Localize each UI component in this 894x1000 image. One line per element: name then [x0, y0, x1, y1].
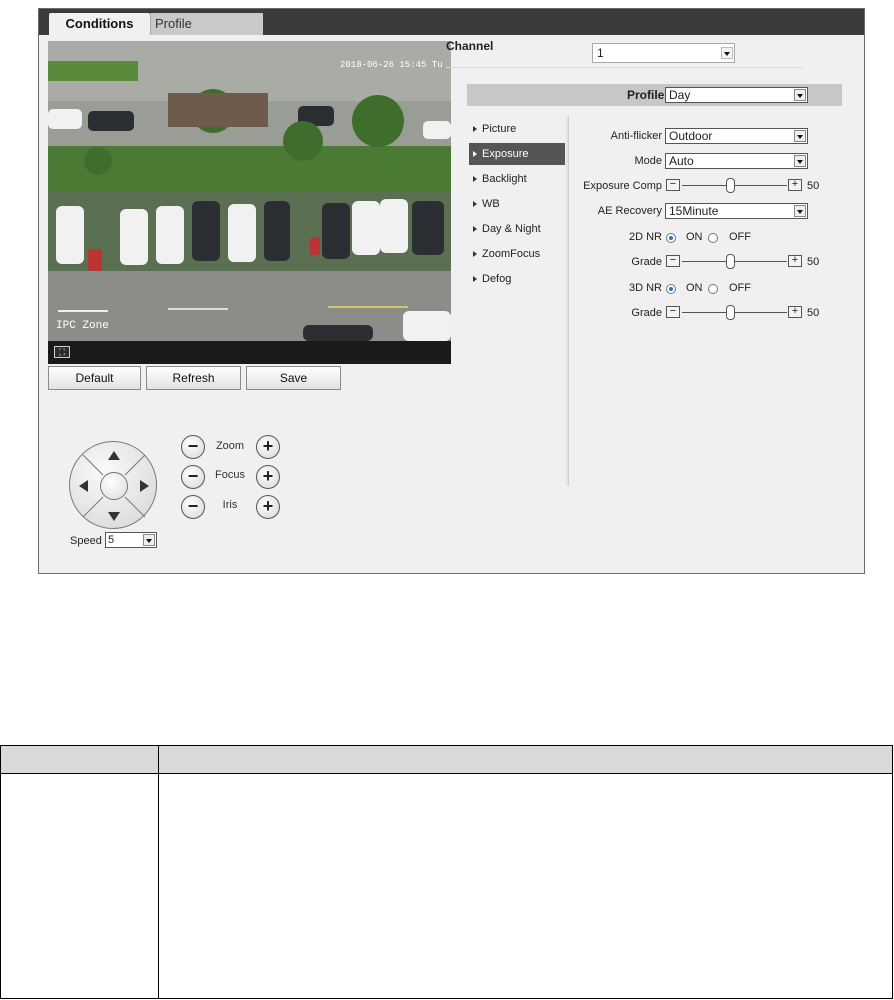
slider-plus-button[interactable]: + — [788, 306, 802, 318]
menu-item-label: Backlight — [482, 173, 527, 185]
nr2d-off-label: OFF — [729, 231, 751, 243]
nr2d-label: 2D NR — [628, 231, 662, 243]
slider-minus-button[interactable]: − — [666, 306, 680, 318]
caret-right-icon — [473, 151, 477, 158]
nr3d-on-radio[interactable] — [666, 284, 676, 294]
slider-plus-button[interactable]: + — [788, 255, 802, 267]
ae-recovery-select[interactable]: 15Minute — [665, 203, 808, 219]
exposure-comp-label: Exposure Comp — [583, 180, 662, 192]
slider-minus-button[interactable]: − — [666, 179, 680, 191]
chevron-down-icon — [794, 89, 806, 101]
chevron-down-icon — [721, 47, 733, 59]
table-column-divider — [158, 746, 159, 998]
chevron-down-icon — [794, 155, 806, 167]
caret-right-icon — [473, 126, 477, 133]
nr3d-label: 3D NR — [628, 282, 662, 294]
channel-label: Channel — [446, 39, 494, 53]
zoom-in-button[interactable]: + — [256, 435, 280, 459]
mode-value: Auto — [669, 154, 694, 168]
nr3d-off-label: OFF — [729, 282, 751, 294]
slider-plus-button[interactable]: + — [788, 179, 802, 191]
exposure-comp-value: 50 — [807, 180, 820, 192]
focus-far-button[interactable]: + — [256, 465, 280, 489]
menu-item-label: Defog — [482, 273, 512, 285]
nr2d-on-label: ON — [686, 231, 703, 243]
mode-select[interactable]: Auto — [665, 153, 808, 169]
ae-recovery-value: 15Minute — [669, 204, 719, 218]
grade-2dnr-value: 50 — [807, 256, 820, 268]
zoom-out-button[interactable]: − — [181, 435, 205, 459]
nr3d-on-label: ON — [686, 282, 703, 294]
table-header — [1, 746, 892, 774]
ptz-down-arrow-icon[interactable] — [108, 512, 120, 521]
exposure-comp-slider[interactable]: − + — [666, 178, 802, 193]
chevron-down-icon — [794, 130, 806, 142]
profile-label: Profile — [627, 88, 665, 102]
menu-item-label: Exposure — [482, 148, 529, 160]
save-button[interactable]: Save — [246, 366, 341, 390]
iris-close-button[interactable]: − — [181, 495, 205, 519]
channel-select[interactable]: 1 — [592, 43, 735, 63]
anti-flicker-label: Anti-flicker — [610, 130, 662, 142]
anti-flicker-select[interactable]: Outdoor — [665, 128, 808, 144]
caret-right-icon — [473, 251, 477, 258]
slider-thumb[interactable] — [726, 305, 735, 320]
video-frame-image — [48, 41, 451, 341]
grade-label: Grade — [631, 307, 662, 319]
ptz-left-arrow-icon[interactable] — [79, 480, 88, 492]
nr2d-on-radio[interactable] — [666, 233, 676, 243]
refresh-button[interactable]: Refresh — [146, 366, 241, 390]
speed-value: 5 — [108, 534, 115, 546]
iris-open-button[interactable]: + — [256, 495, 280, 519]
video-timestamp: 2018-06-26 15:45 Tu — [340, 60, 443, 70]
caret-right-icon — [473, 276, 477, 283]
nr3d-off-radio[interactable] — [708, 284, 718, 294]
menu-item-label: Day & Night — [482, 223, 541, 235]
caret-right-icon — [473, 201, 477, 208]
ptz-direction-pad[interactable] — [69, 441, 157, 529]
default-button[interactable]: Default — [48, 366, 141, 390]
profile-value: Day — [669, 88, 691, 102]
focus-near-button[interactable]: − — [181, 465, 205, 489]
slider-minus-button[interactable]: − — [666, 255, 680, 267]
profile-select[interactable]: Day — [665, 87, 808, 103]
mode-label: Mode — [634, 155, 662, 167]
slider-thumb[interactable] — [726, 178, 735, 193]
grade-3dnr-slider[interactable]: − + — [666, 305, 802, 320]
ae-recovery-label: AE Recovery — [597, 205, 662, 217]
grade-3dnr-value: 50 — [807, 307, 820, 319]
tab-profile-management[interactable]: Profile Management — [150, 13, 263, 53]
grade-label: Grade — [631, 256, 662, 268]
fullscreen-icon[interactable]: ⛶ — [54, 346, 70, 358]
chevron-down-icon — [794, 205, 806, 217]
channel-divider — [446, 67, 804, 68]
menu-item-label: Picture — [482, 123, 517, 135]
menu-item-label: ZoomFocus — [482, 248, 541, 260]
menu-divider — [566, 116, 569, 486]
video-control-bar: ⛶ — [48, 341, 451, 364]
speed-label: Speed — [70, 535, 102, 547]
caret-right-icon — [473, 226, 477, 233]
tab-bar: Conditions Profile Management — [39, 9, 864, 53]
video-preview[interactable]: 2018-06-26 15:45 Tu IPC Zone ⛶ — [48, 41, 451, 364]
zoom-label: Zoom — [215, 440, 245, 452]
parameter-table — [0, 745, 893, 999]
grade-2dnr-slider[interactable]: − + — [666, 254, 802, 269]
video-osd-text: IPC Zone — [56, 320, 109, 332]
nr2d-off-radio[interactable] — [708, 233, 718, 243]
chevron-down-icon — [143, 534, 155, 546]
speed-select[interactable]: 5 — [105, 532, 157, 548]
slider-thumb[interactable] — [726, 254, 735, 269]
focus-label: Focus — [215, 469, 245, 481]
ptz-right-arrow-icon[interactable] — [140, 480, 149, 492]
channel-value: 1 — [597, 46, 604, 60]
ptz-up-arrow-icon[interactable] — [108, 451, 120, 460]
iris-label: Iris — [222, 499, 238, 511]
anti-flicker-value: Outdoor — [669, 129, 713, 143]
menu-item-label: WB — [482, 198, 500, 210]
ptz-center-button[interactable] — [100, 472, 128, 500]
caret-right-icon — [473, 176, 477, 183]
tab-conditions[interactable]: Conditions — [49, 13, 150, 35]
